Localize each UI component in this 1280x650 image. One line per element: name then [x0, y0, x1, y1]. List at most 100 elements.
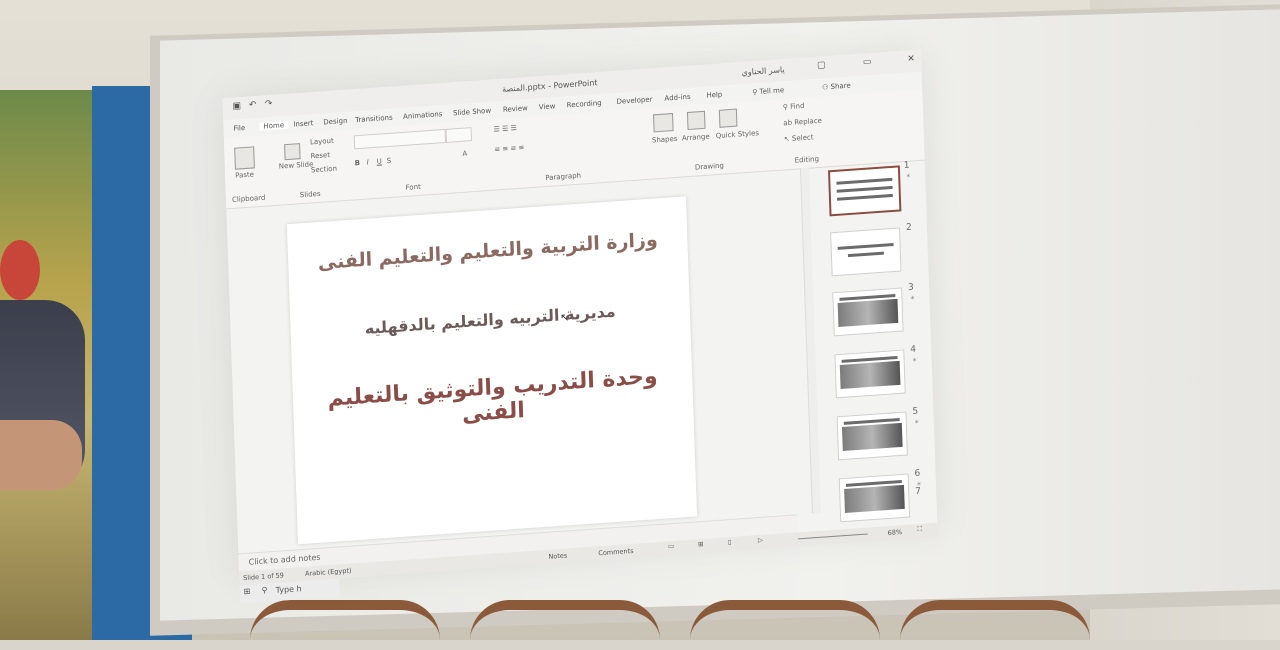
mural-red-flower [0, 240, 40, 300]
thumbnail-number: 1 [903, 160, 910, 172]
arrange-label: Arrange [681, 132, 710, 143]
new-slide-icon[interactable] [284, 143, 301, 161]
quick-styles-icon[interactable] [718, 108, 738, 128]
zoom-level[interactable]: 68% [888, 528, 903, 537]
slide-thumbnail[interactable] [832, 287, 904, 337]
slide-title-line-2[interactable]: مديرية التربيه والتعليم بالدقهليه [290, 296, 690, 343]
undo-icon[interactable]: ↶ [247, 100, 259, 113]
section-button[interactable]: Section [311, 165, 337, 175]
tab-developer[interactable]: Developer [616, 95, 652, 106]
reset-button[interactable]: Reset [310, 151, 330, 160]
quick-styles-label: Quick Styles [715, 129, 760, 141]
thumbnail-image [841, 422, 903, 452]
layout-button[interactable]: Layout [310, 137, 334, 147]
italic-icon[interactable]: I [367, 158, 369, 166]
thumbnail-image [844, 484, 905, 514]
slide-title-line-3[interactable]: وحدة التدريب والتوثيق بالتعليم الفنى [293, 361, 694, 439]
tab-transitions[interactable]: Transitions [355, 114, 393, 125]
zoom-slider[interactable] [797, 533, 868, 540]
tab-home[interactable]: Home [259, 120, 289, 131]
find-button[interactable]: ⚲ Find [783, 102, 805, 112]
save-icon[interactable]: ▣ [231, 101, 243, 114]
slide-indicator: Slide 1 of 59 [243, 571, 284, 583]
replace-label: Replace [794, 116, 823, 127]
font-color-icon[interactable]: A [462, 149, 467, 157]
thumbnail-number: 2 [905, 222, 912, 234]
thumbnail-image [837, 298, 899, 328]
tell-me-box[interactable]: ⚲ Tell me [752, 86, 784, 96]
underline-icon[interactable]: U [377, 157, 382, 165]
chair [690, 600, 880, 650]
thumbnail-number: 3 [907, 282, 914, 294]
reading-view-icon[interactable]: ▯ [728, 538, 732, 546]
font-name-box[interactable] [353, 128, 447, 150]
tab-insert[interactable]: Insert [293, 119, 313, 128]
tab-review[interactable]: Review [503, 104, 528, 114]
arrange-icon[interactable] [686, 110, 706, 131]
tab-recording[interactable]: Recording [567, 99, 602, 109]
bullets-icon[interactable]: ☰ ☰ ☰ [493, 124, 517, 134]
share-button[interactable]: ⚇ Share [822, 82, 851, 92]
replace-button[interactable]: ab Replace [783, 117, 822, 128]
tab-slide-show[interactable]: Slide Show [453, 107, 491, 118]
ribbon-display-icon[interactable]: ▭ [861, 57, 873, 70]
tab-design[interactable]: Design [323, 117, 347, 127]
slideshow-icon[interactable]: ▷ [758, 536, 763, 544]
chair-row [250, 600, 1280, 640]
paste-label: Paste [235, 170, 255, 180]
paste-icon[interactable] [234, 146, 255, 170]
slide-thumbnail[interactable] [836, 411, 908, 461]
tab-add-ins[interactable]: Add-ins [664, 93, 690, 103]
share-label: Share [830, 81, 851, 91]
animation-star-icon: * [910, 294, 915, 304]
file-name: المنصة.pptx [501, 81, 546, 94]
thumbnail-text-line [847, 251, 884, 258]
normal-view-icon[interactable]: ▭ [668, 542, 674, 550]
redo-icon[interactable]: ↷ [263, 99, 275, 112]
select-button[interactable]: ↖ Select [784, 133, 814, 143]
mouse-pointer-icon: ↖ [559, 310, 570, 325]
find-label: Find [789, 101, 805, 111]
align-icon[interactable]: ≡ ≡ ≡ ≡ [494, 143, 524, 153]
taskbar-search-icon: ⚲ [261, 585, 268, 595]
thumbnail-text-line [836, 193, 893, 201]
slide-title-line-1[interactable]: وزارة التربية والتعليم والتعليم الفنى [288, 226, 688, 276]
shapes-icon[interactable] [653, 113, 674, 133]
group-clipboard: Clipboard [231, 193, 266, 204]
chair [900, 600, 1090, 650]
thumbnail-number: 5 [912, 406, 919, 418]
slide-thumbnails: 1 * 2 3 * 4 * 5 * 6 * [810, 160, 932, 523]
tab-file[interactable]: File [233, 124, 245, 133]
slide-thumbnail[interactable] [827, 165, 902, 217]
thumbnail-number: 7 [915, 486, 922, 498]
thumbnail-text-line [836, 185, 893, 193]
animation-star-icon: * [914, 418, 919, 428]
language-indicator[interactable]: Arabic (Egypt) [305, 567, 352, 578]
thumbnail-text-line [837, 242, 894, 250]
tab-view[interactable]: View [539, 102, 556, 111]
animation-star-icon: * [906, 172, 911, 182]
slide-thumbnail[interactable] [830, 227, 902, 277]
animation-star-icon: * [912, 356, 917, 366]
person-hand [0, 420, 82, 490]
comments-button[interactable]: Comments [598, 547, 633, 557]
projected-powerpoint-window: ▣ ↶ ↷ المنصة.pptx - PowerPoint ياسر الحن… [222, 49, 938, 604]
taskbar-search-input[interactable]: Type h [275, 584, 301, 595]
slide-canvas[interactable]: وزارة التربية والتعليم والتعليم الفنى مد… [286, 196, 698, 545]
tab-animations[interactable]: Animations [403, 110, 443, 121]
bold-icon[interactable]: B [355, 159, 361, 167]
tab-help[interactable]: Help [706, 91, 722, 100]
app-name: PowerPoint [553, 78, 598, 91]
thumbnail-number: 6 [914, 468, 921, 480]
select-label: Select [791, 133, 814, 143]
avatar-icon[interactable]: ▢ [815, 60, 827, 73]
windows-start-icon[interactable]: ⊞ [244, 587, 251, 596]
close-icon[interactable]: ✕ [905, 54, 917, 67]
font-size-box[interactable] [445, 127, 472, 143]
fit-slide-icon[interactable]: ⛶ [917, 525, 922, 534]
slide-sorter-icon[interactable]: ⊞ [698, 540, 704, 548]
slide-thumbnail[interactable] [834, 349, 906, 399]
strikethrough-icon[interactable]: S [387, 157, 392, 165]
slide-thumbnail[interactable] [838, 473, 911, 523]
notes-button[interactable]: Notes [548, 551, 567, 560]
